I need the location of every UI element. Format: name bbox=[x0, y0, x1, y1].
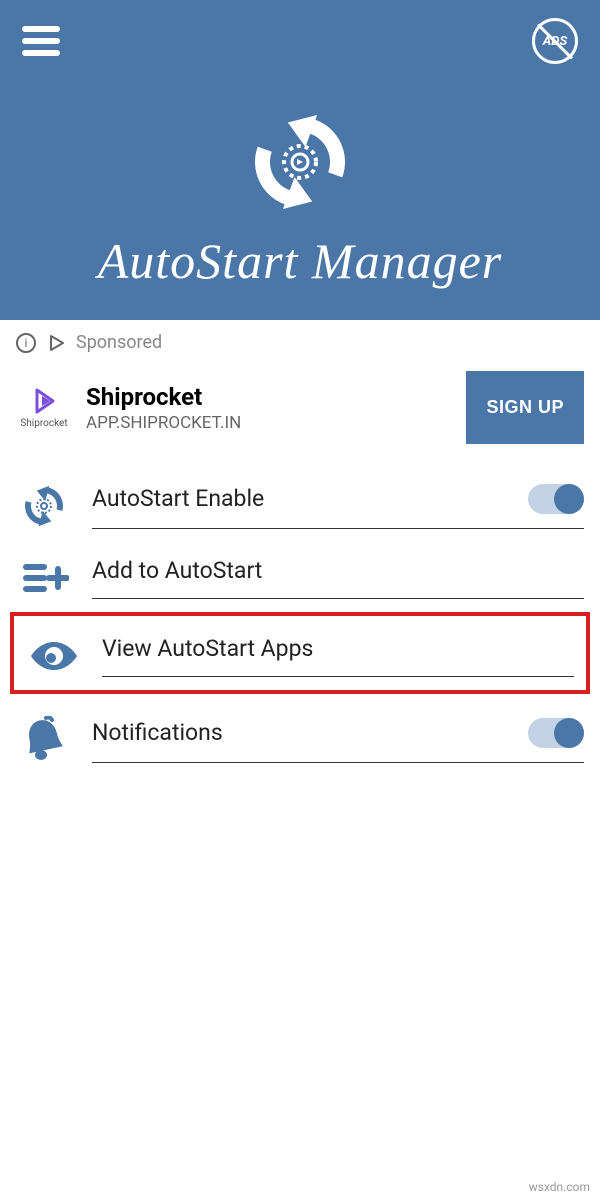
menu-item-notifications[interactable]: Notifications bbox=[0, 698, 600, 770]
bell-icon bbox=[16, 716, 72, 764]
ad-url: APP.SHIPROCKET.IN bbox=[86, 413, 452, 433]
ad-app-icon: Shiprocket bbox=[16, 386, 72, 429]
app-title: AutoStart Manager bbox=[98, 232, 502, 290]
ad-text: Shiprocket APP.SHIPROCKET.IN bbox=[86, 383, 452, 433]
refresh-gear-logo-icon bbox=[240, 102, 360, 222]
ad-banner[interactable]: Shiprocket Shiprocket APP.SHIPROCKET.IN … bbox=[0, 365, 600, 464]
shiprocket-icon bbox=[29, 386, 59, 416]
ads-badge-label: ADS bbox=[543, 34, 567, 49]
menu-label: View AutoStart Apps bbox=[102, 635, 313, 662]
ad-title: Shiprocket bbox=[86, 383, 452, 411]
sponsored-label: Sponsored bbox=[76, 332, 162, 353]
menu-list: AutoStart Enable Add to AutoStart bbox=[0, 464, 600, 770]
menu-button[interactable] bbox=[22, 26, 60, 56]
sponsored-indicator: i Sponsored bbox=[0, 320, 600, 365]
menu-label: Add to AutoStart bbox=[92, 557, 262, 584]
header-top-bar: ADS bbox=[0, 0, 600, 82]
menu-label: Notifications bbox=[92, 719, 223, 746]
autostart-toggle[interactable] bbox=[528, 484, 584, 514]
menu-item-add-autostart[interactable]: Add to AutoStart bbox=[0, 536, 600, 608]
info-icon[interactable]: i bbox=[16, 333, 36, 353]
app-header: ADS AutoStart Manager bbox=[0, 0, 600, 320]
menu-label: AutoStart Enable bbox=[92, 485, 264, 512]
no-ads-icon[interactable]: ADS bbox=[532, 18, 578, 64]
menu-item-autostart-enable[interactable]: AutoStart Enable bbox=[0, 464, 600, 536]
play-outline-icon[interactable] bbox=[46, 333, 66, 353]
eye-icon bbox=[26, 632, 82, 680]
signup-button[interactable]: SIGN UP bbox=[466, 371, 584, 444]
menu-item-view-apps[interactable]: View AutoStart Apps bbox=[10, 612, 590, 694]
app-logo-area: AutoStart Manager bbox=[98, 102, 502, 290]
refresh-gear-icon bbox=[16, 482, 72, 530]
list-plus-icon bbox=[16, 554, 72, 602]
watermark: wsxdn.com bbox=[529, 1180, 590, 1194]
notifications-toggle[interactable] bbox=[528, 718, 584, 748]
ad-icon-label: Shiprocket bbox=[20, 418, 67, 429]
